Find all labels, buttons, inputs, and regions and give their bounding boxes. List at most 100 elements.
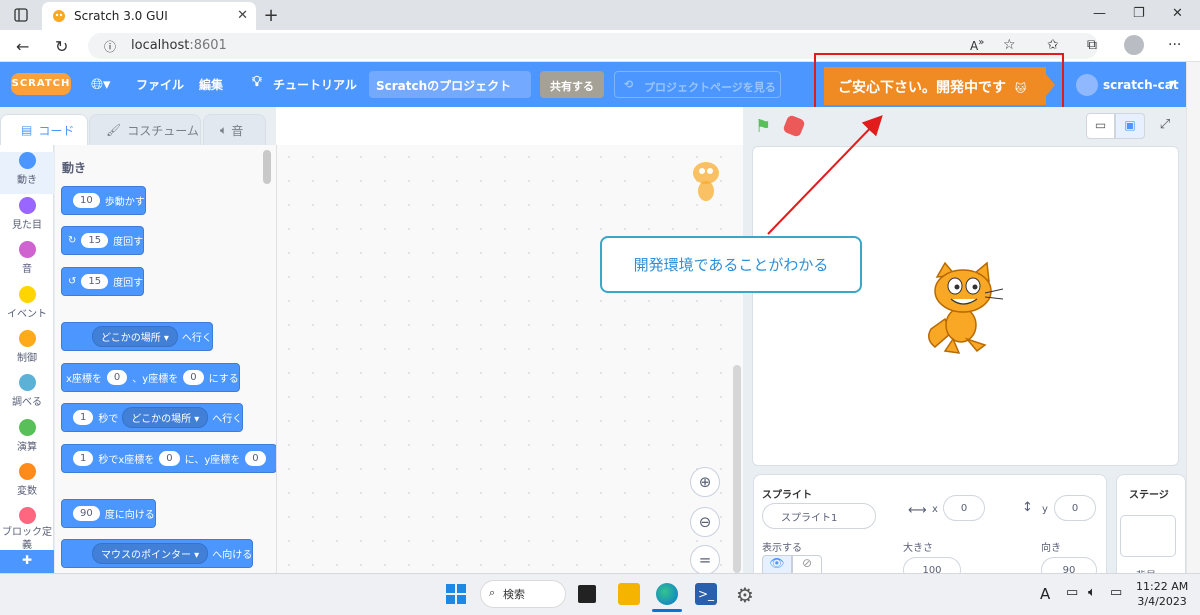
category-control[interactable]: 制御 bbox=[0, 330, 54, 364]
tab-costumes-label: コスチューム bbox=[127, 123, 199, 138]
battery-icon[interactable]: ▭ bbox=[1110, 585, 1122, 600]
edge-browser-icon[interactable] bbox=[656, 583, 678, 605]
x-arrow-icon: ⟷ bbox=[908, 503, 927, 518]
blocks-palette: 動き 10 歩動かす ↻ 15 度回す ↺ 15 度回す どこかの場所 ▾ へ行く x座標を… bbox=[55, 145, 276, 573]
stage-canvas[interactable] bbox=[752, 146, 1179, 466]
scratch-favicon-icon bbox=[53, 10, 65, 22]
more-icon[interactable]: ··· bbox=[1168, 37, 1181, 53]
scratch-logo[interactable]: SCRATCH bbox=[11, 73, 71, 95]
share-button[interactable]: 共有する bbox=[540, 71, 604, 98]
remix-icon: ⟲ bbox=[624, 78, 634, 91]
palette-scrollbar[interactable] bbox=[263, 150, 271, 184]
stage-label: ステージ bbox=[1129, 490, 1169, 501]
block-glide-to[interactable]: 1 秒で どこかの場所 ▾ へ行く bbox=[61, 403, 244, 432]
network-icon[interactable]: ▭ bbox=[1066, 585, 1078, 600]
category-looks[interactable]: 見た目 bbox=[0, 197, 54, 231]
powershell-icon[interactable]: >_ bbox=[695, 583, 717, 605]
category-my-blocks[interactable]: ブロック定義 bbox=[0, 507, 54, 552]
zoom-in-icon[interactable]: ⊕ bbox=[690, 467, 720, 497]
minimize-icon[interactable]: — bbox=[1093, 6, 1106, 21]
url-text: localhost:8601 bbox=[131, 38, 227, 53]
add-favorite-icon[interactable]: ☆ bbox=[1003, 37, 1016, 53]
zoom-reset-icon[interactable]: = bbox=[690, 545, 720, 575]
close-tab-icon[interactable]: ✕ bbox=[237, 8, 248, 23]
tab-actions-icon[interactable] bbox=[12, 6, 30, 24]
block-goto[interactable]: どこかの場所 ▾ へ行く bbox=[61, 322, 213, 351]
user-menu-chevron-icon[interactable]: ▾ bbox=[1169, 76, 1175, 90]
code-workspace[interactable] bbox=[276, 145, 743, 573]
category-variables[interactable]: 変数 bbox=[0, 463, 54, 497]
y-arrow-icon: ↕ bbox=[1022, 500, 1033, 515]
tab-costumes[interactable]: 🖌︎ コスチューム bbox=[89, 114, 201, 145]
add-extension-button[interactable]: ✚ bbox=[0, 550, 54, 573]
tutorials-menu[interactable]: チュートリアル bbox=[273, 76, 357, 93]
y-label: y bbox=[1042, 504, 1048, 515]
category-operators[interactable]: 演算 bbox=[0, 419, 54, 453]
sprite-info-panel: スプライト スプライト1 ⟷ x 0 ↕ y 0 表示する 👁︎ ⊘ 大きさ 1… bbox=[753, 474, 1107, 583]
taskbar-clock[interactable]: 11:22 AM 3/4/2023 bbox=[1136, 579, 1188, 609]
volume-icon[interactable]: 🔈︎ bbox=[1088, 585, 1096, 600]
page-scrollbar[interactable] bbox=[1186, 62, 1200, 573]
category-motion[interactable]: 動き bbox=[0, 152, 54, 194]
windows-start-icon[interactable] bbox=[445, 583, 467, 605]
size-label: 大きさ bbox=[903, 543, 933, 554]
stage-select-panel[interactable]: ステージ 背景 bbox=[1116, 474, 1186, 582]
stage-thumbnail[interactable] bbox=[1120, 515, 1176, 557]
large-stage-icon[interactable]: ▣ bbox=[1115, 113, 1145, 139]
user-avatar[interactable] bbox=[1076, 74, 1098, 96]
see-project-page-button[interactable]: ⟲ プロジェクトページを見る bbox=[614, 71, 781, 98]
close-window-icon[interactable]: ✕ bbox=[1172, 6, 1183, 21]
see-project-label: プロジェクトページを見る bbox=[644, 81, 776, 94]
fullscreen-icon[interactable]: ⤢ bbox=[1152, 113, 1178, 139]
username[interactable]: scratch-cat bbox=[1103, 78, 1179, 92]
rotate-left-icon: ↺ bbox=[68, 276, 77, 287]
settings-gear-icon[interactable]: ⚙︎ bbox=[734, 583, 756, 607]
new-tab-icon[interactable]: + bbox=[262, 5, 280, 26]
back-icon[interactable]: ← bbox=[16, 37, 29, 56]
file-menu[interactable]: ファイル bbox=[136, 76, 184, 93]
x-input[interactable]: 0 bbox=[943, 495, 985, 521]
block-point-towards[interactable]: マウスのポインター ▾ へ向ける bbox=[61, 539, 254, 568]
category-sound[interactable]: 音 bbox=[0, 241, 54, 275]
search-icon: ⌕ bbox=[489, 586, 496, 599]
ime-indicator[interactable]: A bbox=[1040, 585, 1050, 603]
block-glide-xy[interactable]: 1 秒でx座標を 0 に、y座標を 0 bbox=[61, 444, 276, 473]
profile-avatar[interactable] bbox=[1124, 35, 1144, 55]
show-label: 表示する bbox=[762, 543, 802, 554]
block-turn-right[interactable]: ↻ 15 度回す bbox=[61, 226, 145, 255]
block-goto-xy[interactable]: x座標を 0 、y座標を 0 にする bbox=[61, 363, 240, 392]
sprite-name-input[interactable]: スプライト1 bbox=[762, 503, 876, 529]
reload-icon[interactable]: ↻ bbox=[55, 37, 68, 56]
read-aloud-icon[interactable]: A» bbox=[970, 37, 984, 53]
code-icon: ▤ bbox=[21, 123, 33, 137]
block-point-direction[interactable]: 90 度に向ける bbox=[61, 499, 156, 528]
tab-code[interactable]: ▤ コード bbox=[0, 114, 88, 145]
block-move-steps[interactable]: 10 歩動かす bbox=[61, 186, 146, 215]
green-flag-icon[interactable]: ⚑ bbox=[755, 116, 771, 137]
active-app-indicator bbox=[652, 609, 682, 612]
zoom-out-icon[interactable]: ⊖ bbox=[690, 507, 720, 537]
block-turn-left[interactable]: ↺ 15 度回す bbox=[61, 267, 145, 296]
sprite-label: スプライト bbox=[762, 490, 812, 501]
tab-code-label: コード bbox=[38, 123, 75, 138]
tab-title: Scratch 3.0 GUI bbox=[74, 9, 168, 23]
block-categories: 動き 見た目 音 イベント 制御 調べる 演算 変数 ブロック定義 ✚ bbox=[0, 145, 54, 573]
project-title-input[interactable]: Scratchのプロジェクト bbox=[369, 71, 531, 98]
site-info-icon[interactable]: ⓘ bbox=[104, 38, 116, 55]
taskbar-search[interactable]: ⌕ 検索 bbox=[480, 580, 566, 608]
tab-sounds[interactable]: 🔈︎ 音 bbox=[203, 114, 266, 145]
collections-icon[interactable]: ⧉ bbox=[1087, 37, 1097, 53]
file-explorer-icon[interactable] bbox=[618, 583, 640, 605]
small-stage-icon[interactable]: ▭ bbox=[1086, 113, 1115, 139]
language-globe-icon[interactable]: 🌐︎▾ bbox=[91, 75, 111, 93]
task-view-icon[interactable] bbox=[578, 585, 596, 603]
favorites-icon[interactable]: ✩ bbox=[1047, 37, 1059, 53]
category-sensing[interactable]: 調べる bbox=[0, 374, 54, 408]
y-input[interactable]: 0 bbox=[1054, 495, 1096, 521]
category-events[interactable]: イベント bbox=[0, 286, 54, 320]
browser-tab[interactable]: Scratch 3.0 GUI ✕ bbox=[42, 2, 256, 30]
workspace-scrollbar[interactable] bbox=[733, 365, 741, 573]
maximize-icon[interactable]: ❐ bbox=[1133, 6, 1145, 21]
scratch-cat-sprite[interactable] bbox=[915, 259, 1011, 359]
edit-menu[interactable]: 編集 bbox=[199, 76, 223, 93]
